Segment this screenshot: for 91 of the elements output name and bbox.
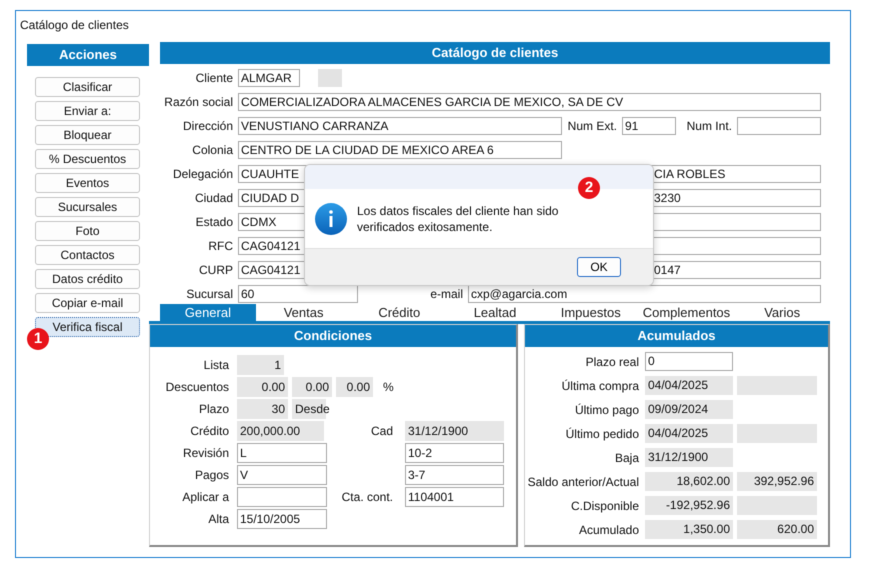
field-label: Sucursal xyxy=(185,287,234,301)
field-label: Dirección xyxy=(182,119,234,133)
dialog-message: Los datos fiscales del cliente han sido verificados exitosamente. xyxy=(357,202,560,234)
unit-label: % xyxy=(383,380,394,394)
field-label: Lista xyxy=(202,358,230,372)
field-label: Crédito xyxy=(189,424,230,438)
panel-header: Acumulados xyxy=(525,325,828,347)
field-label: Saldo anterior/Actual xyxy=(526,474,640,488)
readonly-field: 04/04/2025 xyxy=(645,376,733,395)
input-field[interactable]: 10-2 xyxy=(405,443,504,463)
input-field[interactable]: L xyxy=(237,443,327,463)
field-label: Cliente xyxy=(194,71,234,85)
field-label: Pagos xyxy=(194,468,230,482)
ok-button[interactable]: OK xyxy=(577,257,621,277)
readonly-field: 1 xyxy=(237,355,284,375)
readonly-field: 30 xyxy=(237,399,288,419)
action-button[interactable]: Enviar a: xyxy=(35,101,140,121)
field-label: Revisión xyxy=(182,446,230,460)
tab[interactable]: Lealtad xyxy=(447,304,543,321)
panel-header: Condiciones xyxy=(150,325,516,347)
field-label: Razón social xyxy=(163,95,234,109)
field-label: RFC xyxy=(207,239,234,253)
tab[interactable]: Varios xyxy=(734,304,830,321)
text-field[interactable]: VENUSTIANO CARRANZA xyxy=(238,117,562,135)
tab[interactable]: Crédito xyxy=(351,304,448,321)
window-title: Catálogo de clientes xyxy=(19,17,130,33)
action-button[interactable]: Foto xyxy=(35,221,140,241)
field-label: Alta xyxy=(207,512,230,526)
info-icon xyxy=(315,202,347,234)
action-button[interactable]: Eventos xyxy=(35,173,140,193)
color-swatch xyxy=(318,69,342,87)
step-badge: 1 xyxy=(27,328,49,350)
text-field[interactable]: 91 xyxy=(622,117,676,135)
field-label: Último pago xyxy=(574,402,640,416)
field-label: e-mail xyxy=(429,287,464,301)
readonly-field: 09/09/2024 xyxy=(645,400,733,419)
text-field[interactable]: ALMGAR xyxy=(238,69,300,87)
readonly-field: 0.00 xyxy=(336,377,373,397)
action-button[interactable]: % Descuentos xyxy=(35,149,140,169)
field-label: Colonia xyxy=(191,143,234,157)
action-button[interactable]: Contactos xyxy=(35,245,140,265)
readonly-field: -192,952.96 xyxy=(645,496,733,515)
field-label: Ciudad xyxy=(194,191,234,205)
field-label: Aplicar a xyxy=(181,490,230,504)
tab[interactable]: General xyxy=(160,304,256,321)
action-button[interactable]: Clasificar xyxy=(35,77,140,97)
action-button[interactable]: Datos crédito xyxy=(35,269,140,289)
readonly-field: 392,952.96 xyxy=(737,472,817,491)
tab[interactable]: Ventas xyxy=(256,304,352,321)
text-field[interactable]: 60 xyxy=(238,285,358,303)
field-label: Delegación xyxy=(172,167,234,181)
field-label: Estado xyxy=(194,215,234,229)
field-label: CURP xyxy=(198,263,234,277)
input-field[interactable]: 3-7 xyxy=(405,465,504,485)
input-field[interactable]: 15/10/2005 xyxy=(237,509,327,529)
readonly-field: 04/04/2025 xyxy=(645,424,733,443)
readonly-field: 200,000.00 xyxy=(237,421,324,441)
readonly-field: 18,602.00 xyxy=(645,472,733,491)
field-label: Baja xyxy=(614,450,640,464)
field-label: Cta. cont. xyxy=(341,490,394,504)
panel-header: Catálogo de clientes xyxy=(160,42,830,64)
readonly-field: 31/12/1900 xyxy=(645,448,733,467)
input-field[interactable]: 0 xyxy=(645,352,733,371)
input-field[interactable]: V xyxy=(237,465,327,485)
field-label: Num Int. xyxy=(686,119,733,133)
input-field[interactable]: 1104001 xyxy=(405,487,504,507)
field-label: Plazo xyxy=(198,402,230,416)
text-field[interactable]: CENTRO DE LA CIUDAD DE MEXICO AREA 6 xyxy=(238,141,562,159)
field-label: Cad xyxy=(370,424,394,438)
action-button[interactable]: Sucursales xyxy=(35,197,140,217)
field-label: Descuentos xyxy=(164,380,230,394)
readonly-field: 0.00 xyxy=(292,377,332,397)
field-label: Plazo real xyxy=(584,354,640,368)
input-field[interactable] xyxy=(237,487,327,507)
text-field[interactable] xyxy=(737,117,821,135)
tab[interactable]: Complementos xyxy=(638,304,734,321)
field-label: Num Ext. xyxy=(566,119,618,133)
panel-header: Acciones xyxy=(27,44,149,66)
field-label: Último pedido xyxy=(564,426,640,440)
readonly-field: 31/12/1900 xyxy=(405,421,504,441)
readonly-field: 620.00 xyxy=(737,520,817,539)
text-field[interactable]: COMERCIALIZADORA ALMACENES GARCIA DE MEXICO, SA DE CV xyxy=(238,93,821,111)
readonly-field: 1,350.00 xyxy=(645,520,733,539)
readonly-field: 0.00 xyxy=(237,377,288,397)
tab[interactable]: Impuestos xyxy=(542,304,639,321)
field-label: C.Disponible xyxy=(570,498,640,512)
text-field[interactable]: cxp@agarcia.com xyxy=(468,285,821,303)
field-label: Última compra xyxy=(560,378,640,392)
action-button[interactable]: Bloquear xyxy=(35,125,140,145)
action-button[interactable]: Copiar e-mail xyxy=(35,293,140,313)
field-label: Acumulado xyxy=(578,522,640,536)
